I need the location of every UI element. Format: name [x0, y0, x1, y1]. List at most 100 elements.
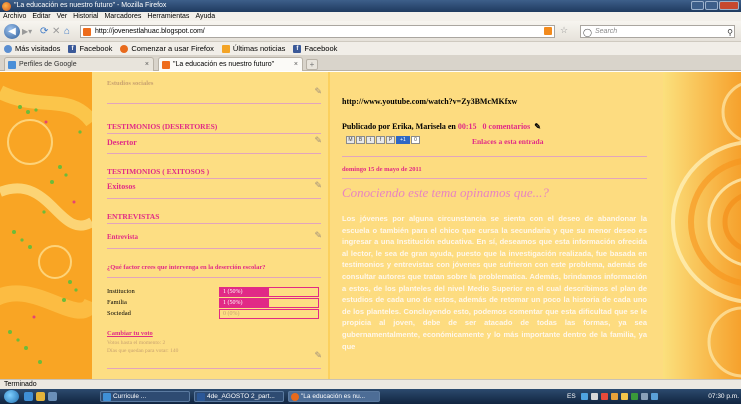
tab-label: "La educación es nuestro futuro" — [173, 61, 275, 68]
edit-pencil-icon[interactable]: ✎ — [314, 86, 322, 97]
plus-one-button[interactable]: +1 — [396, 136, 410, 144]
language-indicator[interactable]: ES — [567, 391, 576, 402]
tab-perfiles-google[interactable]: Perfiles de Google × — [4, 57, 154, 71]
firefox-icon — [291, 393, 299, 401]
bookmark-label: Comenzar a usar Firefox — [131, 44, 214, 53]
divider — [107, 368, 321, 369]
rss-feed-icon[interactable] — [544, 27, 552, 35]
menu-historial[interactable]: Historial — [73, 12, 98, 21]
update-icon[interactable] — [611, 393, 618, 400]
divider — [107, 198, 321, 199]
search-placeholder: Search — [595, 28, 618, 35]
section-link[interactable]: Exitosos — [107, 182, 321, 191]
edit-post-pencil-icon[interactable]: ✎ — [534, 122, 541, 131]
quicklaunch-ie-icon[interactable] — [24, 392, 33, 401]
bookmark-mas-visitados[interactable]: Más visitados — [4, 44, 60, 53]
poll-percent: 1 (50%) — [223, 289, 243, 295]
edit-pencil-icon[interactable]: ✎ — [314, 135, 322, 146]
bookmark-label: Más visitados — [15, 44, 61, 53]
msn-icon[interactable] — [621, 393, 628, 400]
post-title[interactable]: Conociendo este tema opinamos que...? — [342, 185, 549, 201]
sidebar-section-desertores: TESTIMONIOS (DESERTORES) — [107, 122, 321, 131]
url-bar[interactable]: http://jovenestlahuac.blogspot.com/ — [80, 25, 555, 38]
facebook-share-button[interactable]: f — [376, 136, 385, 144]
minimize-button[interactable] — [691, 1, 704, 10]
bookmark-facebook-2[interactable]: f Facebook — [293, 44, 337, 53]
close-tab-button[interactable]: × — [145, 58, 149, 71]
close-tab-button[interactable]: × — [294, 58, 298, 71]
help-icon[interactable] — [581, 393, 588, 400]
new-tab-button[interactable]: + — [306, 59, 318, 70]
volume-icon[interactable] — [641, 393, 648, 400]
menu-ver[interactable]: Ver — [57, 12, 68, 21]
status-bar: Terminado — [0, 379, 741, 389]
search-icon[interactable]: ⚲ — [727, 27, 733, 39]
bookmark-ultimas-noticias[interactable]: Últimas noticias — [221, 44, 285, 53]
plus-one-count: 0 — [411, 136, 420, 144]
divider — [107, 223, 321, 224]
poll-percent: 0 (0%) — [223, 311, 240, 317]
sidebar-link-entrevista[interactable]: Entrevista — [107, 233, 321, 241]
maximize-button[interactable] — [705, 1, 718, 10]
edit-pencil-icon[interactable]: ✎ — [314, 350, 322, 361]
buzz-share-button[interactable]: P — [386, 136, 395, 144]
bookmarks-toolbar: Más visitados f Facebook Comenzar a usar… — [0, 42, 741, 55]
divider — [107, 153, 321, 154]
menu-editar[interactable]: Editar — [32, 12, 50, 21]
quicklaunch-folder-icon[interactable] — [36, 392, 45, 401]
section-link[interactable]: Entrevista — [107, 233, 321, 241]
forward-button[interactable]: ▶▾ — [22, 27, 36, 37]
clock[interactable]: 07:30 p.m. — [708, 391, 739, 402]
web-page[interactable]: Estudios sociales ✎ TESTIMONIOS (DESERTO… — [0, 72, 741, 379]
home-icon[interactable]: ⌂ — [64, 26, 70, 37]
power-icon[interactable] — [651, 393, 658, 400]
taskbar-item-curricule[interactable]: Curricule ... — [100, 391, 190, 402]
taskbar-item-agosto[interactable]: 4de_AGOSTO 2_part... — [194, 391, 284, 402]
window-titlebar: "La educación es nuestro futuro" - Mozil… — [0, 0, 741, 12]
tab-la-educacion[interactable]: "La educación es nuestro futuro" × — [158, 57, 303, 71]
facebook-icon: f — [293, 44, 302, 53]
links-to-post[interactable]: Enlaces a esta entrada — [472, 137, 543, 146]
post-time-link[interactable]: 00:15 — [458, 122, 477, 131]
twitter-share-button[interactable]: t — [366, 136, 375, 144]
section-link[interactable]: Desertor — [107, 138, 321, 147]
bookmark-label: Facebook — [79, 44, 113, 53]
bookmark-label: Facebook — [304, 44, 338, 53]
search-input[interactable]: ◯ Search ⚲ — [580, 25, 735, 38]
blogger-icon — [162, 61, 170, 69]
close-window-button[interactable] — [719, 1, 739, 10]
bookmark-facebook[interactable]: f Facebook — [68, 44, 112, 53]
bookmark-star-icon[interactable]: ☆ — [560, 25, 568, 36]
notification-icon[interactable] — [591, 393, 598, 400]
facebook-icon: f — [68, 44, 77, 53]
edit-pencil-icon[interactable]: ✎ — [314, 180, 322, 191]
taskbar-item-firefox[interactable]: "La educación es nu... — [288, 391, 380, 402]
start-button[interactable] — [4, 390, 19, 403]
sidebar-item-label[interactable]: Estudios sociales — [107, 80, 321, 87]
quicklaunch-desktop-icon[interactable] — [48, 392, 57, 401]
network-icon[interactable] — [631, 393, 638, 400]
reload-icon[interactable]: ⟳ — [40, 26, 48, 37]
blog-sidebar: Estudios sociales ✎ TESTIMONIOS (DESERTO… — [92, 72, 328, 379]
youtube-link-text[interactable]: http://www.youtube.com/watch?v=Zy3BMcMKf… — [342, 97, 517, 106]
sidebar-top-cut: Estudios sociales — [107, 80, 321, 87]
comments-link[interactable]: 0 comentarios — [483, 122, 531, 131]
taskbar-item-label: Curricule ... — [113, 393, 147, 400]
menu-marcadores[interactable]: Marcadores — [104, 12, 141, 21]
bookmark-comenzar-firefox[interactable]: Comenzar a usar Firefox — [120, 44, 214, 53]
menu-ayuda[interactable]: Ayuda — [195, 12, 215, 21]
blog-share-button[interactable]: B — [356, 136, 365, 144]
menu-herramientas[interactable]: Herramientas — [147, 12, 189, 21]
email-share-button[interactable]: M — [346, 136, 355, 144]
back-button[interactable]: ◀ — [4, 24, 20, 39]
system-tray: ES 07:30 p.m. — [565, 391, 741, 402]
sidebar-link-exitosos[interactable]: Exitosos — [107, 182, 321, 191]
sidebar-link-desertor[interactable]: Desertor — [107, 138, 321, 147]
edit-pencil-icon[interactable]: ✎ — [314, 230, 322, 241]
change-vote-link[interactable]: Cambiar tu voto — [107, 330, 153, 337]
search-engine-icon[interactable]: ◯ — [583, 27, 592, 39]
stop-icon[interactable]: ✕ — [52, 26, 60, 37]
antivirus-icon[interactable] — [601, 393, 608, 400]
poll-option: Familia 1 (50%) — [107, 298, 321, 308]
menu-archivo[interactable]: Archivo — [3, 12, 26, 21]
